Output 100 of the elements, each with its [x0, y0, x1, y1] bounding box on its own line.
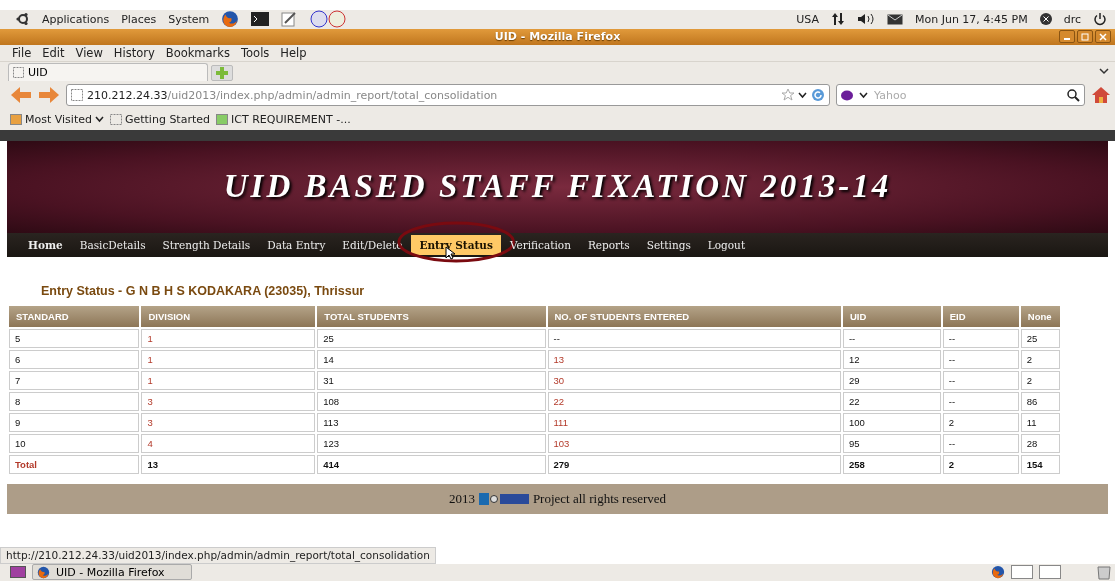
user-status-icon[interactable] [1039, 13, 1052, 26]
table-cell: -- [942, 392, 1019, 411]
disc-icon[interactable] [309, 10, 348, 29]
nav-link[interactable]: BasicDetails [71, 235, 154, 256]
workspace-icon[interactable] [1039, 565, 1061, 580]
logo-icon[interactable] [16, 12, 30, 27]
table-cell: -- [942, 434, 1019, 453]
table-cell: 11 [1020, 413, 1060, 432]
table-cell: 108 [317, 392, 546, 411]
firefox-icon [221, 10, 240, 29]
browser-tab[interactable]: UID [8, 63, 208, 82]
bookmark[interactable]: Most Visited [10, 112, 104, 126]
menu-item[interactable]: View [75, 45, 103, 60]
footer-year: 2013 [448, 491, 475, 508]
column-header: None [1020, 306, 1060, 327]
table-link[interactable]: 30 [547, 371, 841, 390]
folder-icon [10, 113, 22, 126]
menu-item[interactable]: File [12, 45, 32, 60]
nav-link[interactable]: Entry Status [411, 235, 501, 256]
nav-link[interactable]: Data Entry [259, 235, 334, 256]
nav-link[interactable]: Edit/Delete [334, 235, 411, 256]
table-cell: 6 [9, 350, 140, 369]
address-bar[interactable]: 210.212.24.33/uid2013/index.php/admin/admin_report/total_consolidation [66, 84, 830, 107]
column-header: DIVISION [141, 306, 316, 327]
chevron-down-icon[interactable] [1099, 68, 1109, 77]
table-cell: 29 [842, 371, 941, 390]
table-cell: 100 [842, 413, 941, 432]
table-link[interactable]: 1 [141, 329, 316, 348]
network-icon[interactable] [831, 13, 845, 26]
chevron-down-icon[interactable] [859, 91, 868, 99]
table-cell: 123 [317, 434, 546, 453]
status-url: http://210.212.24.33/uid2013/index.php/admin/admin_report/total_consolidation [0, 547, 436, 564]
menu-item[interactable]: History [113, 45, 155, 60]
table-cell: -- [842, 329, 941, 348]
taskbar-window-button[interactable]: UID - Mozilla Firefox [32, 564, 192, 581]
close-button[interactable] [1095, 30, 1111, 44]
total-cell: Total [9, 455, 140, 474]
window-title: UID - Mozilla Firefox [494, 30, 621, 44]
text-editor-icon[interactable] [281, 11, 298, 28]
panel-menu[interactable]: System [168, 12, 210, 26]
table-link[interactable]: 22 [547, 392, 841, 411]
nav-link[interactable]: Logout [699, 235, 754, 256]
page-icon [71, 89, 83, 102]
table-link[interactable]: 3 [141, 392, 316, 411]
search-icon[interactable] [1067, 88, 1080, 102]
table-cell: 2 [942, 413, 1019, 432]
show-desktop-icon[interactable] [10, 565, 26, 580]
firefox-icon [991, 565, 1005, 580]
chevron-down-icon[interactable] [798, 91, 807, 99]
table-cell: 2 [1020, 350, 1060, 369]
url-text: 210.212.24.33/uid2013/index.php/admin/admin_report/total_consolidation [87, 88, 498, 102]
menu-item[interactable]: Edit [42, 45, 65, 60]
table-link[interactable]: 103 [547, 434, 841, 453]
table-cell: 9 [9, 413, 140, 432]
close-icon [1099, 32, 1107, 41]
home-icon[interactable] [1091, 86, 1111, 105]
minimize-button[interactable] [1059, 30, 1075, 44]
search-box[interactable]: Yahoo [836, 84, 1085, 107]
terminal-icon[interactable] [251, 12, 270, 27]
total-cell: 154 [1020, 455, 1060, 474]
table-cell: 31 [317, 371, 546, 390]
table-link[interactable]: 1 [141, 350, 316, 369]
search-engine-icon[interactable] [841, 89, 855, 101]
banner-title: UID BASED STAFF FIXATION 2013-14 [223, 168, 892, 206]
total-cell: 414 [317, 455, 546, 474]
table-link[interactable]: 4 [141, 434, 316, 453]
menu-item[interactable]: Help [280, 45, 307, 60]
column-header: UID [842, 306, 941, 327]
page-icon [109, 113, 122, 126]
table-link[interactable]: 1 [141, 371, 316, 390]
table-cell: 2 [1020, 371, 1060, 390]
workspace-icon[interactable] [1011, 565, 1033, 580]
nav-link[interactable]: Home [20, 235, 71, 256]
nav-link[interactable]: Strength Details [154, 235, 259, 256]
column-header: TOTAL STUDENTS [317, 306, 546, 327]
volume-icon[interactable] [857, 13, 875, 26]
user-name[interactable]: drc [1063, 12, 1081, 26]
mail-icon[interactable] [887, 13, 903, 25]
bookmark[interactable]: Getting Started [109, 112, 210, 126]
menu-item[interactable]: Bookmarks [165, 45, 230, 60]
table-cell: 25 [1020, 329, 1060, 348]
table-link[interactable]: 111 [547, 413, 841, 432]
trash-icon[interactable] [1097, 564, 1111, 581]
keyboard-layout[interactable]: USA [796, 12, 819, 26]
bookmark[interactable]: ICT REQUIREMENT -... [216, 112, 351, 126]
column-header: STANDARD [9, 306, 140, 327]
table-cell: 7 [9, 371, 140, 390]
table-link[interactable]: 13 [547, 350, 841, 369]
star-icon[interactable] [782, 89, 794, 102]
menu-item[interactable]: Tools [241, 45, 270, 60]
panel-menu[interactable]: Applications [42, 12, 110, 26]
power-icon[interactable] [1093, 12, 1107, 27]
nav-link[interactable]: Verification [501, 235, 579, 256]
nav-link[interactable]: Settings [638, 235, 699, 256]
panel-menu[interactable]: Places [121, 12, 157, 26]
maximize-button[interactable] [1077, 30, 1093, 44]
nav-link[interactable]: Reports [579, 235, 638, 256]
table-link[interactable]: 3 [141, 413, 316, 432]
clock[interactable]: Mon Jun 17, 4:45 PM [915, 12, 1028, 26]
table-cell: 8 [9, 392, 140, 411]
